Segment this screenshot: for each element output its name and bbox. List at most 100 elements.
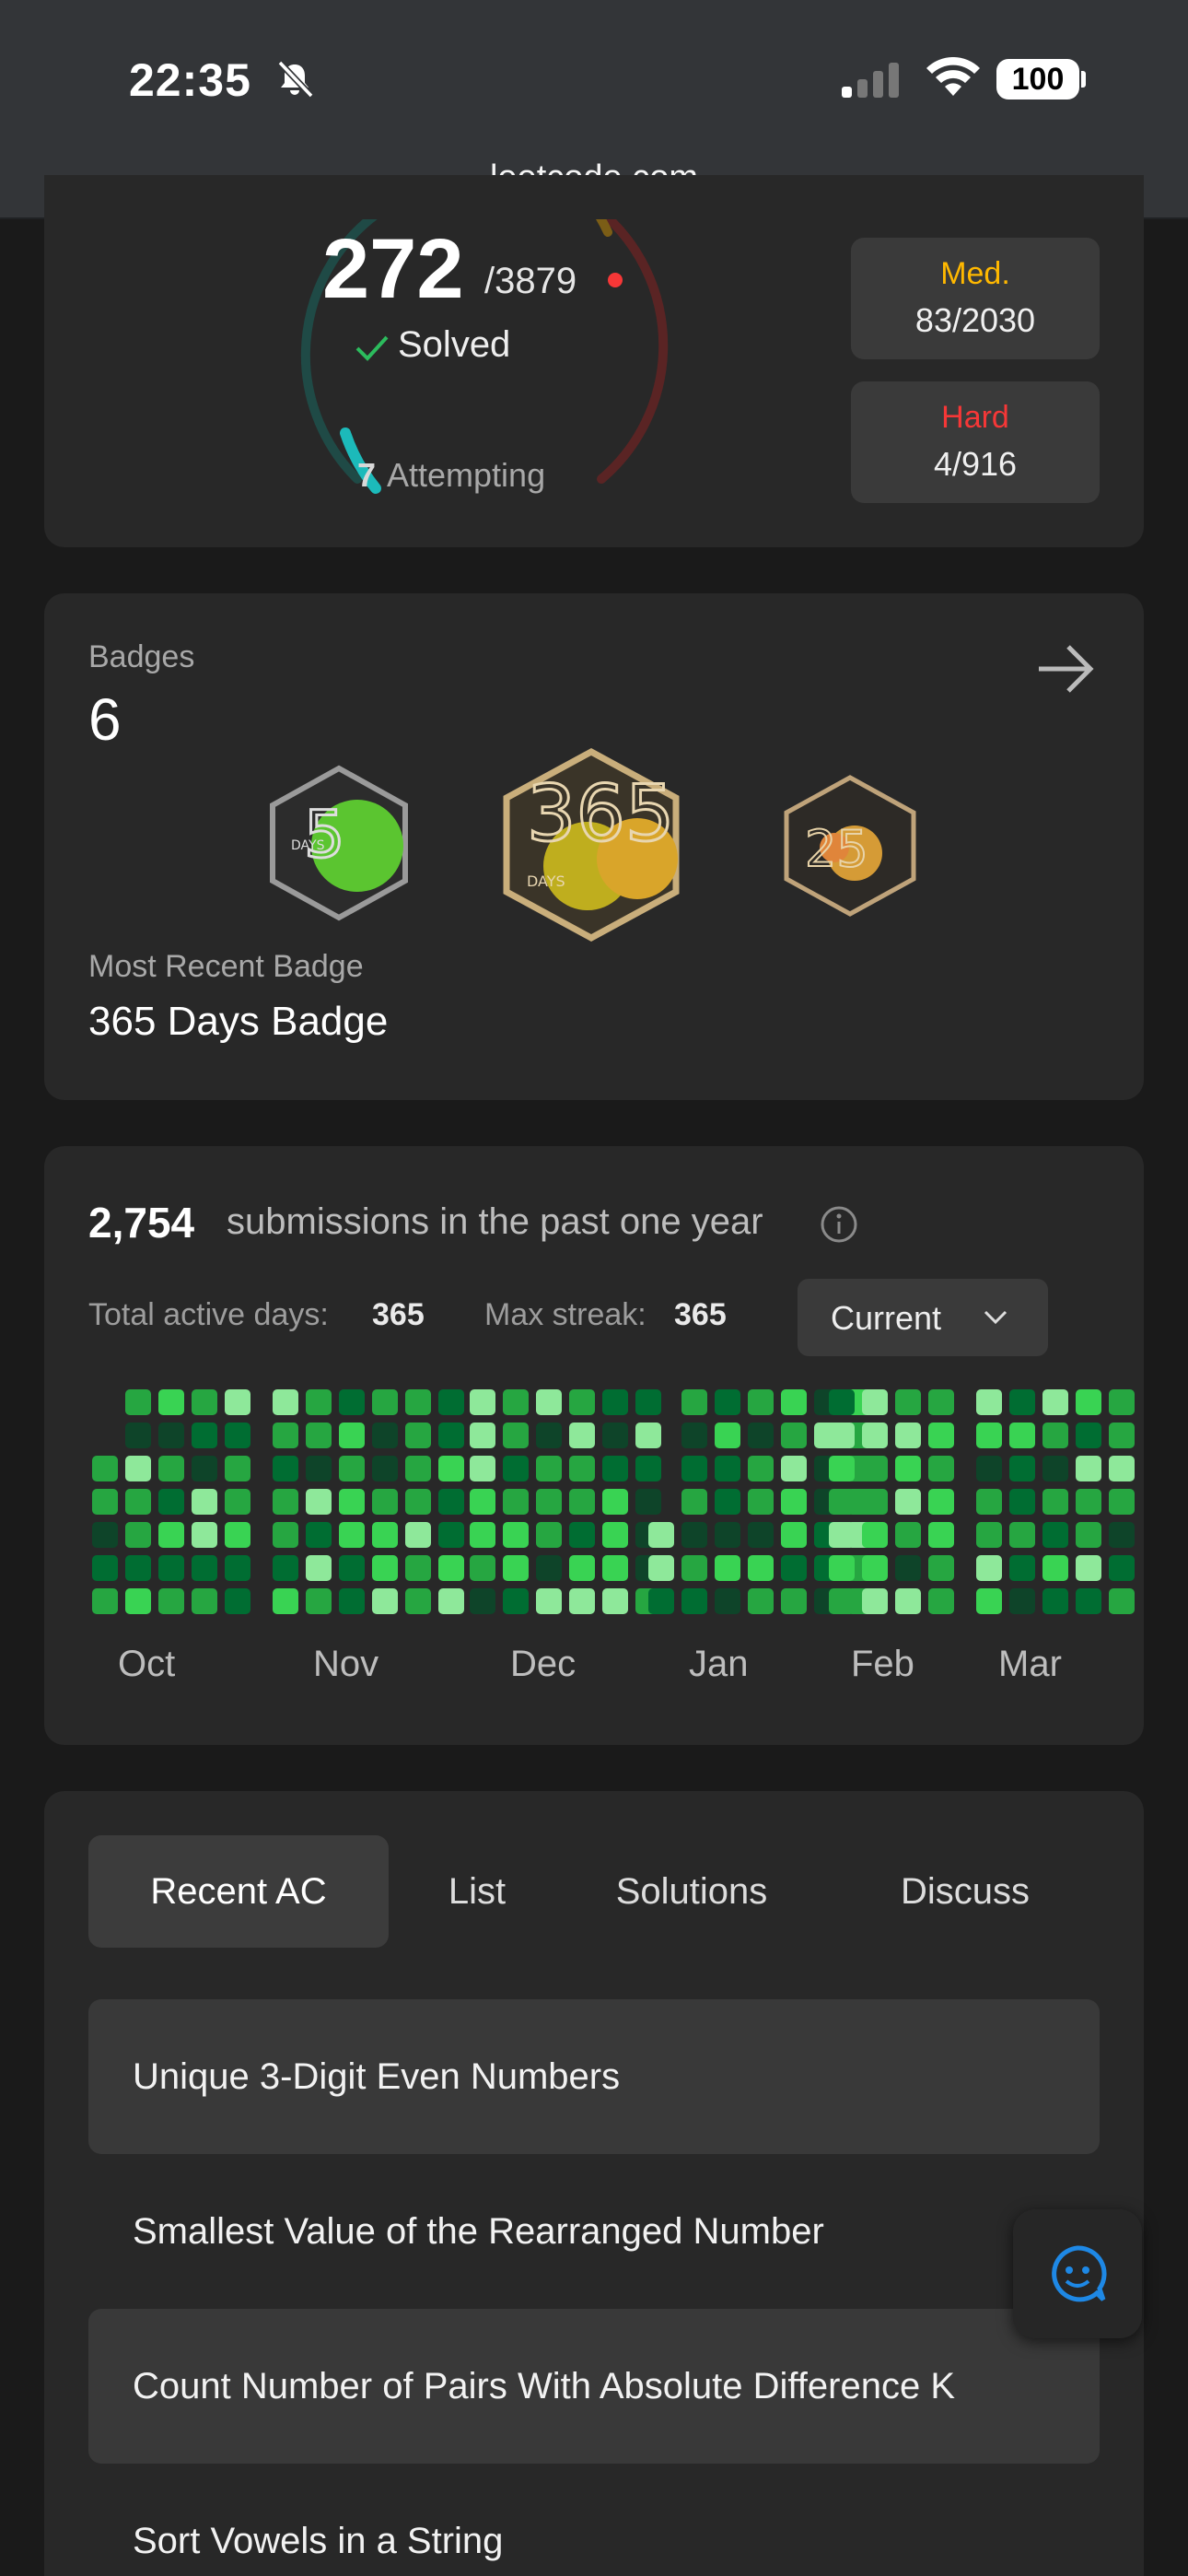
heatmap-cell[interactable] — [1042, 1522, 1068, 1548]
heatmap-cell[interactable] — [225, 1555, 250, 1581]
heatmap-cell[interactable] — [470, 1522, 495, 1548]
list-item[interactable]: Unique 3-Digit Even Numbers — [88, 1999, 1100, 2154]
heatmap-cell[interactable] — [1076, 1489, 1101, 1515]
heatmap-cell[interactable] — [372, 1389, 398, 1415]
heatmap-cell[interactable] — [372, 1456, 398, 1481]
heatmap-cell[interactable] — [895, 1588, 921, 1614]
heatmap-cell[interactable] — [503, 1389, 529, 1415]
heatmap-cell[interactable] — [372, 1555, 398, 1581]
heatmap-cell[interactable] — [1076, 1389, 1101, 1415]
heatmap-cell[interactable] — [1109, 1489, 1135, 1515]
heatmap-cell[interactable] — [503, 1555, 529, 1581]
heatmap-cell[interactable] — [125, 1423, 151, 1448]
heatmap-cell[interactable] — [681, 1489, 707, 1515]
heatmap-cell[interactable] — [470, 1423, 495, 1448]
heatmap-cell[interactable] — [781, 1588, 807, 1614]
heatmap-cell[interactable] — [895, 1456, 921, 1481]
heatmap-cell[interactable] — [1009, 1555, 1035, 1581]
heatmap-cell[interactable] — [503, 1588, 529, 1614]
heatmap-cell[interactable] — [829, 1522, 855, 1548]
heatmap-cell[interactable] — [470, 1489, 495, 1515]
heatmap-cell[interactable] — [405, 1423, 431, 1448]
badge-365-days-icon[interactable]: 365 DAYS — [499, 748, 683, 942]
heatmap-cell[interactable] — [158, 1555, 184, 1581]
heatmap-cell[interactable] — [92, 1555, 118, 1581]
heatmap-cell[interactable] — [125, 1389, 151, 1415]
heatmap-cell[interactable] — [862, 1588, 888, 1614]
heatmap-cell[interactable] — [781, 1555, 807, 1581]
heatmap-cell[interactable] — [273, 1489, 298, 1515]
heatmap-cell[interactable] — [976, 1555, 1002, 1581]
heatmap-cell[interactable] — [829, 1489, 855, 1515]
heatmap-cell[interactable] — [862, 1456, 888, 1481]
heatmap-cell[interactable] — [715, 1389, 740, 1415]
heatmap-cell[interactable] — [405, 1389, 431, 1415]
heatmap-cell[interactable] — [339, 1389, 365, 1415]
heatmap-cell[interactable] — [1042, 1423, 1068, 1448]
heatmap-cell[interactable] — [273, 1423, 298, 1448]
heatmap-cell[interactable] — [536, 1489, 562, 1515]
heatmap-cell[interactable] — [92, 1522, 118, 1548]
heatmap-cell[interactable] — [1109, 1588, 1135, 1614]
heatmap-cell[interactable] — [470, 1456, 495, 1481]
heatmap-cell[interactable] — [748, 1489, 774, 1515]
heatmap-cell[interactable] — [438, 1555, 464, 1581]
heatmap-cell[interactable] — [536, 1522, 562, 1548]
heatmap-cell[interactable] — [405, 1555, 431, 1581]
heatmap-cell[interactable] — [225, 1588, 250, 1614]
heatmap-cell[interactable] — [681, 1423, 707, 1448]
heatmap-cell[interactable] — [1109, 1423, 1135, 1448]
heatmap-cell[interactable] — [681, 1588, 707, 1614]
heatmap-cell[interactable] — [862, 1423, 888, 1448]
heatmap-cell[interactable] — [635, 1489, 661, 1515]
heatmap-cell[interactable] — [438, 1522, 464, 1548]
heatmap-cell[interactable] — [438, 1389, 464, 1415]
heatmap-cell[interactable] — [225, 1456, 250, 1481]
heatmap-cell[interactable] — [192, 1423, 217, 1448]
heatmap-cell[interactable] — [470, 1588, 495, 1614]
heatmap-cell[interactable] — [928, 1522, 954, 1548]
heatmap-cell[interactable] — [225, 1423, 250, 1448]
heatmap-cell[interactable] — [372, 1588, 398, 1614]
heatmap-cell[interactable] — [1109, 1555, 1135, 1581]
heatmap-cell[interactable] — [1009, 1389, 1035, 1415]
heatmap-cell[interactable] — [158, 1456, 184, 1481]
heatmap-cell[interactable] — [1109, 1389, 1135, 1415]
heatmap-cell[interactable] — [438, 1456, 464, 1481]
heatmap-cell[interactable] — [1042, 1588, 1068, 1614]
badge-2025-icon[interactable]: 25 — [781, 774, 919, 918]
heatmap-cell[interactable] — [1076, 1588, 1101, 1614]
list-item[interactable]: Smallest Value of the Rearranged Number — [88, 2154, 1100, 2309]
heatmap-cell[interactable] — [372, 1522, 398, 1548]
heatmap-cell[interactable] — [781, 1389, 807, 1415]
heatmap-cell[interactable] — [192, 1555, 217, 1581]
heatmap-cell[interactable] — [1009, 1522, 1035, 1548]
heatmap-cell[interactable] — [569, 1588, 595, 1614]
heatmap-cell[interactable] — [681, 1555, 707, 1581]
heatmap-cell[interactable] — [976, 1456, 1002, 1481]
heatmap-cell[interactable] — [602, 1489, 628, 1515]
heatmap-cell[interactable] — [569, 1456, 595, 1481]
heatmap-cell[interactable] — [339, 1423, 365, 1448]
heatmap-cell[interactable] — [306, 1555, 332, 1581]
heatmap-cell[interactable] — [192, 1389, 217, 1415]
badge-50-days-icon[interactable]: 5 DAYS — [265, 765, 413, 921]
chat-support-button[interactable] — [1013, 2209, 1142, 2338]
heatmap-cell[interactable] — [339, 1555, 365, 1581]
heatmap-cell[interactable] — [306, 1456, 332, 1481]
heatmap-cell[interactable] — [536, 1555, 562, 1581]
heatmap-cell[interactable] — [225, 1489, 250, 1515]
arrow-right-icon[interactable] — [1033, 641, 1098, 697]
heatmap-cell[interactable] — [1042, 1389, 1068, 1415]
heatmap-cell[interactable] — [976, 1522, 1002, 1548]
heatmap-cell[interactable] — [339, 1456, 365, 1481]
heatmap-cell[interactable] — [569, 1522, 595, 1548]
heatmap-cell[interactable] — [503, 1489, 529, 1515]
heatmap-cell[interactable] — [862, 1489, 888, 1515]
heatmap-cell[interactable] — [928, 1588, 954, 1614]
heatmap-cell[interactable] — [928, 1555, 954, 1581]
heatmap-cell[interactable] — [1109, 1456, 1135, 1481]
heatmap-cell[interactable] — [273, 1389, 298, 1415]
heatmap-cell[interactable] — [715, 1555, 740, 1581]
hard-difficulty-box[interactable]: Hard 4/916 — [851, 381, 1100, 503]
